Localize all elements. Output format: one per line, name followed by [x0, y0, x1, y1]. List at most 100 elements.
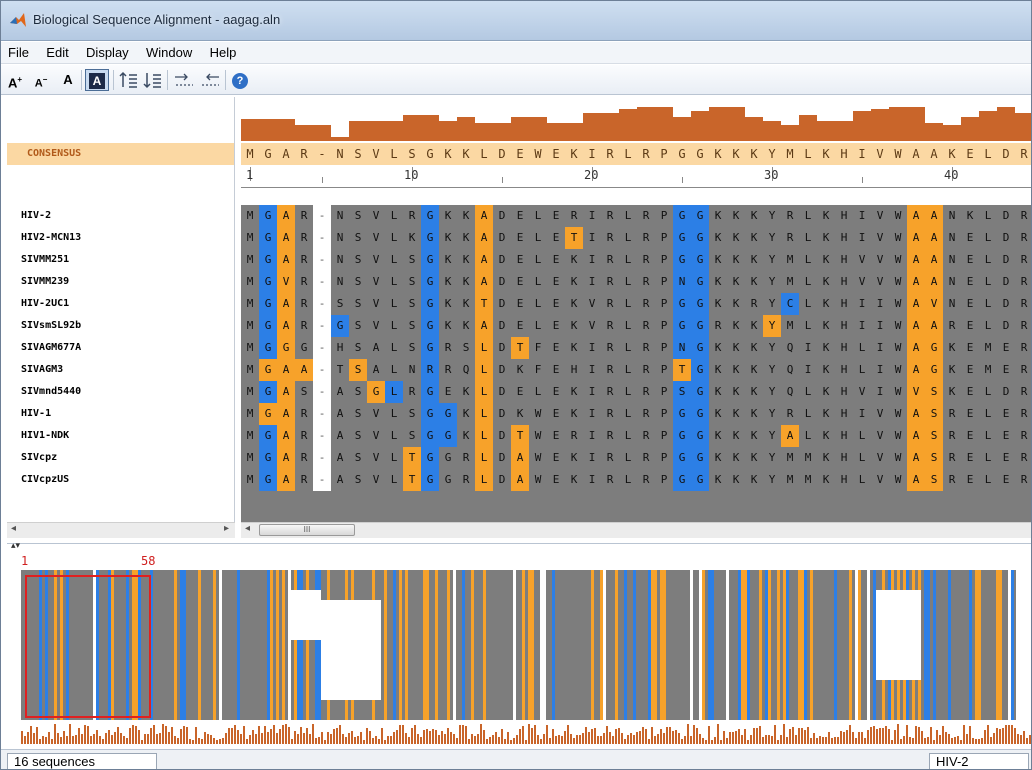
alignment-cell[interactable]: - — [313, 293, 331, 315]
alignment-cell[interactable]: P — [655, 249, 673, 271]
alignment-cell[interactable]: K — [457, 293, 475, 315]
alignment-cell[interactable]: G — [421, 337, 439, 359]
alignment-cell[interactable]: I — [799, 337, 817, 359]
alignment-cell[interactable]: W — [529, 469, 547, 491]
alignment-cell[interactable]: V — [367, 293, 385, 315]
alignment-cell[interactable]: E — [547, 403, 565, 425]
alignment-cell[interactable]: L — [385, 249, 403, 271]
alignment-cell[interactable]: A — [475, 271, 493, 293]
alignment-cell[interactable]: R — [709, 315, 727, 337]
alignment-cell[interactable]: A — [277, 315, 295, 337]
alignment-cell[interactable]: K — [817, 205, 835, 227]
alignment-cell[interactable]: A — [277, 425, 295, 447]
alignment-cell[interactable]: A — [277, 227, 295, 249]
alignment-cell[interactable]: Y — [763, 227, 781, 249]
sequence-name[interactable]: HIV-1 — [21, 403, 51, 425]
alignment-cell[interactable]: E — [511, 249, 529, 271]
alignment-cell[interactable]: S — [349, 205, 367, 227]
alignment-cell[interactable]: M — [781, 469, 799, 491]
alignment-cell[interactable]: S — [349, 381, 367, 403]
alignment-cell[interactable]: L — [385, 359, 403, 381]
alignment-cell[interactable]: K — [817, 337, 835, 359]
alignment-cell[interactable]: Y — [763, 249, 781, 271]
alignment-cell[interactable]: G — [673, 205, 691, 227]
alignment-cell[interactable]: I — [799, 359, 817, 381]
alignment-cell[interactable]: L — [979, 249, 997, 271]
alignment-cell[interactable]: K — [745, 315, 763, 337]
alignment-cell[interactable]: R — [1015, 447, 1031, 469]
alignment-cell[interactable]: K — [439, 227, 457, 249]
alignment-cell[interactable]: G — [691, 249, 709, 271]
alignment-cell[interactable]: R — [1015, 205, 1031, 227]
alignment-cell[interactable]: E — [961, 469, 979, 491]
alignment-cell[interactable]: K — [457, 271, 475, 293]
alignment-cell[interactable]: D — [493, 293, 511, 315]
color-toggle-button[interactable]: A — [85, 69, 109, 91]
alignment-cell[interactable]: Q — [781, 337, 799, 359]
alignment-cell[interactable]: - — [313, 425, 331, 447]
alignment-cell[interactable]: K — [727, 315, 745, 337]
alignment-cell[interactable]: A — [907, 337, 925, 359]
alignment-cell[interactable]: L — [979, 293, 997, 315]
alignment-cell[interactable]: W — [529, 403, 547, 425]
decrease-font-button[interactable]: A− — [29, 69, 53, 91]
alignment-cell[interactable]: R — [601, 271, 619, 293]
alignment-cell[interactable]: H — [331, 337, 349, 359]
alignment-cell[interactable]: G — [259, 359, 277, 381]
alignment-cell[interactable]: R — [1015, 293, 1031, 315]
alignment-cell[interactable]: G — [673, 249, 691, 271]
alignment-cell[interactable]: R — [637, 271, 655, 293]
alignment-cell[interactable]: W — [889, 293, 907, 315]
alignment-cell[interactable]: L — [853, 469, 871, 491]
alignment-cell[interactable]: I — [871, 337, 889, 359]
alignment-cell[interactable]: A — [907, 425, 925, 447]
alignment-cell[interactable]: W — [889, 425, 907, 447]
alignment-cell[interactable]: D — [493, 359, 511, 381]
alignment-cell[interactable]: G — [259, 249, 277, 271]
alignment-cell[interactable]: M — [241, 447, 259, 469]
alignment-cell[interactable]: R — [637, 227, 655, 249]
alignment-cell[interactable]: S — [673, 381, 691, 403]
alignment-cell[interactable]: A — [331, 447, 349, 469]
alignment-cell[interactable]: - — [313, 447, 331, 469]
alignment-cell[interactable]: I — [583, 249, 601, 271]
alignment-cell[interactable]: I — [583, 271, 601, 293]
alignment-cell[interactable]: D — [997, 271, 1015, 293]
alignment-cell[interactable]: E — [547, 293, 565, 315]
alignment-cell[interactable]: R — [637, 469, 655, 491]
alignment-cell[interactable]: L — [385, 425, 403, 447]
alignment-cell[interactable]: S — [925, 447, 943, 469]
alignment-cell[interactable]: L — [619, 315, 637, 337]
menu-display[interactable]: Display — [79, 42, 136, 63]
alignment-cell[interactable]: D — [997, 315, 1015, 337]
alignment-cell[interactable]: A — [331, 469, 349, 491]
alignment-cell[interactable]: K — [565, 381, 583, 403]
alignment-cell[interactable]: G — [925, 337, 943, 359]
alignment-cell[interactable]: A — [277, 359, 295, 381]
alignment-cell[interactable]: I — [583, 425, 601, 447]
alignment-cell[interactable]: L — [979, 227, 997, 249]
alignment-cell[interactable]: M — [979, 359, 997, 381]
alignment-cell[interactable]: E — [547, 249, 565, 271]
alignment-cell[interactable]: L — [799, 293, 817, 315]
alignment-cell[interactable]: M — [241, 227, 259, 249]
alignment-cell[interactable]: R — [295, 425, 313, 447]
alignment-cell[interactable]: K — [439, 205, 457, 227]
alignment-cell[interactable]: G — [259, 271, 277, 293]
alignment-cell[interactable]: K — [439, 293, 457, 315]
alignment-cell[interactable]: K — [817, 359, 835, 381]
alignment-cell[interactable]: A — [331, 381, 349, 403]
alignment-cell[interactable]: - — [313, 337, 331, 359]
alignment-cell[interactable]: R — [1015, 359, 1031, 381]
alignment-cell[interactable]: T — [403, 447, 421, 469]
alignment-cell[interactable]: R — [637, 381, 655, 403]
alignment-cell[interactable]: K — [727, 425, 745, 447]
alignment-cell[interactable]: E — [547, 337, 565, 359]
alignment-cell[interactable]: E — [547, 359, 565, 381]
alignment-cell[interactable]: M — [799, 469, 817, 491]
alignment-cell[interactable]: R — [1015, 227, 1031, 249]
alignment-cell[interactable]: K — [709, 403, 727, 425]
alignment-cell[interactable]: L — [979, 469, 997, 491]
alignment-cell[interactable]: R — [421, 359, 439, 381]
alignment-cell[interactable]: R — [295, 293, 313, 315]
